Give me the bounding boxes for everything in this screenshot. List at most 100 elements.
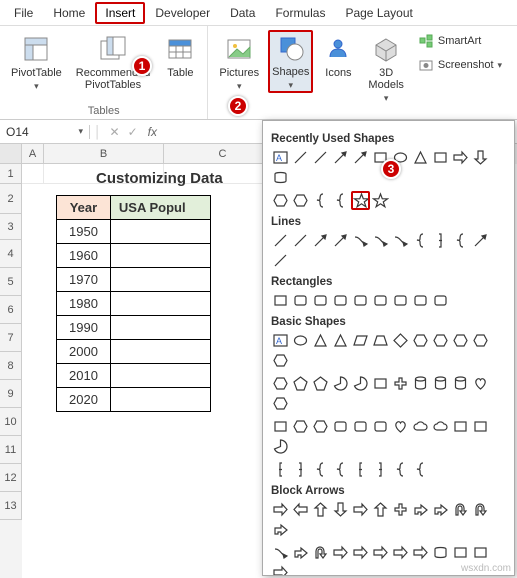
shape-arrR[interactable] [331, 543, 350, 562]
col-header[interactable]: B [44, 144, 164, 164]
cancel-icon[interactable]: ✕ [106, 125, 124, 139]
cell-pop[interactable] [110, 292, 210, 316]
cell-year[interactable]: 1980 [57, 292, 111, 316]
shape-pie[interactable] [331, 374, 350, 393]
shape-hex[interactable] [291, 191, 310, 210]
shape-rrect[interactable] [411, 291, 430, 310]
tab-insert[interactable]: Insert [95, 2, 145, 24]
row-header[interactable]: 1 [0, 164, 22, 184]
screenshot-button[interactable]: Screenshot ▾ [413, 54, 507, 76]
fx-icon[interactable]: fx [142, 125, 163, 139]
shape-rrect[interactable] [351, 291, 370, 310]
shape-brace[interactable] [391, 460, 410, 479]
shape-rrect[interactable] [371, 291, 390, 310]
shape-bentA[interactable] [411, 500, 430, 519]
shapes-button[interactable]: Shapes ▾ [268, 30, 313, 93]
shape-rect[interactable] [471, 417, 490, 436]
shape-hex[interactable] [311, 417, 330, 436]
tab-developer[interactable]: Developer [145, 2, 220, 24]
shape-rect[interactable] [371, 374, 390, 393]
shape-lineA[interactable] [331, 148, 350, 167]
icons-button[interactable]: Icons [317, 30, 359, 82]
shape-para[interactable] [351, 331, 370, 350]
shape-star[interactable] [351, 191, 370, 210]
shape-hex[interactable] [271, 374, 290, 393]
shape-arrR[interactable] [271, 500, 290, 519]
shape-diam[interactable] [391, 331, 410, 350]
shape-hex[interactable] [271, 394, 290, 413]
shape-bentA[interactable] [271, 520, 290, 539]
shape-plus[interactable] [391, 374, 410, 393]
row-header[interactable]: 7 [0, 324, 22, 352]
shape-heart[interactable] [471, 374, 490, 393]
shape-lineA[interactable] [331, 231, 350, 250]
shape-lbr[interactable] [351, 460, 370, 479]
shape-arrR[interactable] [411, 543, 430, 562]
tab-formulas[interactable]: Formulas [265, 2, 335, 24]
shape-tri[interactable] [411, 148, 430, 167]
select-all[interactable] [0, 144, 22, 164]
shape-lbr[interactable] [271, 460, 290, 479]
shape-brace[interactable] [311, 191, 330, 210]
shape-rrect[interactable] [291, 291, 310, 310]
shape-hex[interactable] [451, 331, 470, 350]
shape-rect[interactable] [271, 417, 290, 436]
shape-line[interactable] [311, 148, 330, 167]
shape-hex[interactable] [431, 331, 450, 350]
pivottable-button[interactable]: PivotTable ▾ [6, 30, 67, 95]
row-header[interactable]: 13 [0, 492, 22, 520]
shape-arrL[interactable] [291, 500, 310, 519]
shape-cyl[interactable] [431, 374, 450, 393]
shape-arrR[interactable] [451, 148, 470, 167]
shape-tri[interactable] [331, 331, 350, 350]
shape-rect[interactable] [431, 148, 450, 167]
table-button[interactable]: Table [159, 30, 201, 82]
pictures-button[interactable]: Pictures ▾ [214, 30, 264, 95]
shape-rbr[interactable] [371, 460, 390, 479]
shape-brace[interactable] [331, 460, 350, 479]
shape-arrR[interactable] [391, 543, 410, 562]
cell-pop[interactable] [110, 268, 210, 292]
name-box[interactable]: O14▾ [0, 125, 90, 139]
shape-arrD[interactable] [331, 500, 350, 519]
shape-hex[interactable] [291, 417, 310, 436]
shape-cloud[interactable] [411, 417, 430, 436]
cell-year[interactable]: 2000 [57, 340, 111, 364]
shape-rbr[interactable] [431, 231, 450, 250]
shape-pent[interactable] [311, 374, 330, 393]
shape-lineA[interactable] [351, 148, 370, 167]
shape-cloud[interactable] [431, 417, 450, 436]
cell-year[interactable]: 1950 [57, 220, 111, 244]
cell-pop[interactable] [110, 316, 210, 340]
shape-rect[interactable] [271, 291, 290, 310]
shape-trap[interactable] [371, 331, 390, 350]
enter-icon[interactable]: ✓ [124, 125, 142, 139]
row-header[interactable]: 8 [0, 352, 22, 380]
row-header[interactable]: 12 [0, 464, 22, 492]
shape-lineA[interactable] [471, 231, 490, 250]
shape-scroll[interactable] [431, 543, 450, 562]
cell-pop[interactable] [110, 244, 210, 268]
shape-hex[interactable] [271, 191, 290, 210]
shape-textbox[interactable]: A [271, 331, 290, 350]
shape-rect[interactable] [451, 543, 470, 562]
shape-hex[interactable] [271, 351, 290, 370]
shape-curveR[interactable] [351, 231, 370, 250]
shape-line[interactable] [291, 148, 310, 167]
row-header[interactable]: 3 [0, 214, 22, 240]
3d-models-button[interactable]: 3D Models ▾ [363, 30, 408, 107]
shape-cyl[interactable] [411, 374, 430, 393]
shape-tri[interactable] [311, 331, 330, 350]
shape-curveR[interactable] [371, 231, 390, 250]
shape-rbr[interactable] [291, 460, 310, 479]
shape-uturn[interactable] [311, 543, 330, 562]
shape-arrR[interactable] [271, 563, 290, 576]
tab-pagelayout[interactable]: Page Layout [335, 2, 422, 24]
cell-pop[interactable] [110, 220, 210, 244]
cell-year[interactable]: 1970 [57, 268, 111, 292]
shape-heart[interactable] [391, 417, 410, 436]
tab-data[interactable]: Data [220, 2, 265, 24]
shape-rrect[interactable] [371, 417, 390, 436]
shape-arrR[interactable] [351, 500, 370, 519]
shape-curveR[interactable] [391, 231, 410, 250]
